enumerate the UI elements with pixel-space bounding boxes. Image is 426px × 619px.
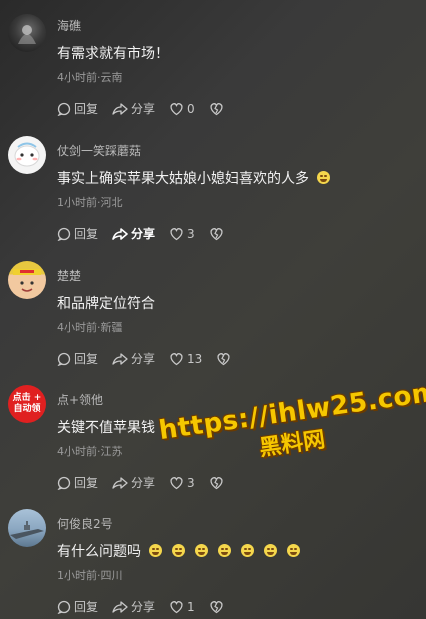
reply-label: 回复 <box>74 476 99 490</box>
reply-icon <box>57 476 71 490</box>
heart-icon <box>170 102 183 115</box>
username[interactable]: 楚楚 <box>57 267 81 284</box>
reply-label: 回复 <box>74 600 99 614</box>
avatar-text-line1: 点击 + <box>12 393 42 403</box>
comment-text: 关键不值苹果钱 <box>57 420 155 436</box>
like-count: 3 <box>187 226 195 241</box>
avatar[interactable] <box>8 136 46 174</box>
share-button[interactable]: 分享 <box>112 350 155 367</box>
share-icon <box>112 102 128 115</box>
username[interactable]: 仗剑一笑踩蘑菇 <box>57 142 141 159</box>
share-label: 分享 <box>131 227 156 241</box>
like-count: 0 <box>187 101 195 116</box>
heart-icon <box>170 476 183 489</box>
share-label: 分享 <box>131 352 156 366</box>
username[interactable]: 点+领他 <box>57 391 103 408</box>
comment-item: 仗剑一笑踩蘑菇 事实上确实苹果大姑娘小媳妇喜欢的人多 1小时前·河北 回复 分享… <box>0 124 426 248</box>
dislike-button[interactable] <box>216 352 231 366</box>
reply-icon <box>57 102 71 116</box>
dislike-button[interactable] <box>209 476 224 490</box>
comment-item: 何俊良2号 有什么问题吗 1小时前·四川 回复 分享 1 <box>0 497 426 619</box>
comment-meta: 4小时前·江苏 <box>57 445 123 458</box>
comment-meta: 4小时前·云南 <box>57 71 123 84</box>
avatar-text-line2: 自动领 <box>13 404 41 414</box>
comment-actions: 回复 分享 3 <box>57 225 238 242</box>
smile-emoji-icon <box>172 544 185 557</box>
like-count: 3 <box>187 475 195 490</box>
heart-icon <box>170 600 183 613</box>
like-button[interactable]: 1 <box>169 600 195 614</box>
comment-meta: 4小时前·新疆 <box>57 321 123 334</box>
share-button[interactable]: 分享 <box>112 225 155 242</box>
reply-label: 回复 <box>74 352 99 366</box>
reply-icon <box>57 600 71 614</box>
share-button[interactable]: 分享 <box>112 474 155 491</box>
smile-emoji-icon <box>149 544 162 557</box>
share-icon <box>112 352 128 365</box>
avatar[interactable] <box>8 509 46 547</box>
smile-emoji-icon <box>241 544 254 557</box>
smile-emoji-icon <box>218 544 231 557</box>
comment-item: 海礁 有需求就有市场！ 4小时前·云南 回复 分享 0 <box>0 0 426 124</box>
username[interactable]: 何俊良2号 <box>57 515 113 532</box>
broken-heart-icon <box>210 102 223 115</box>
share-button[interactable]: 分享 <box>112 598 155 615</box>
avatar[interactable] <box>8 14 46 52</box>
reply-button[interactable]: 回复 <box>57 598 98 615</box>
heart-icon <box>170 352 183 365</box>
comment-list: 海礁 有需求就有市场！ 4小时前·云南 回复 分享 0 仗剑一笑踩蘑菇 事实上确… <box>0 0 426 619</box>
share-icon <box>112 227 128 240</box>
smile-emoji-icon <box>287 544 300 557</box>
heart-icon <box>170 227 183 240</box>
broken-heart-icon <box>210 227 223 240</box>
share-label: 分享 <box>131 600 156 614</box>
broken-heart-icon <box>210 476 223 489</box>
username[interactable]: 海礁 <box>57 17 81 34</box>
comment-actions: 回复 分享 1 <box>57 598 238 615</box>
dislike-button[interactable] <box>209 102 224 116</box>
share-icon <box>112 600 128 613</box>
comment-item: 楚楚 和品牌定位符合 4小时前·新疆 回复 分享 13 <box>0 249 426 373</box>
reply-icon <box>57 352 71 366</box>
comment-text: 事实上确实苹果大姑娘小媳妇喜欢的人多 <box>57 168 330 188</box>
like-button[interactable]: 3 <box>169 476 195 490</box>
comment-actions: 回复 分享 0 <box>57 100 238 117</box>
share-icon <box>112 476 128 489</box>
broken-heart-icon <box>217 352 230 365</box>
reply-label: 回复 <box>74 227 99 241</box>
reply-button[interactable]: 回复 <box>57 474 98 491</box>
avatar[interactable]: 点击 + 自动领 <box>8 385 46 423</box>
like-button[interactable]: 0 <box>169 102 195 116</box>
comment-meta: 1小时前·河北 <box>57 196 123 209</box>
comment-text-body: 有什么问题吗 <box>57 544 141 560</box>
reply-label: 回复 <box>74 102 99 116</box>
comment-text-body: 事实上确实苹果大姑娘小媳妇喜欢的人多 <box>57 171 309 187</box>
share-label: 分享 <box>131 476 156 490</box>
broken-heart-icon <box>210 600 223 613</box>
like-count: 13 <box>187 351 203 366</box>
dislike-button[interactable] <box>209 227 224 241</box>
like-count: 1 <box>187 599 195 614</box>
share-label: 分享 <box>131 102 156 116</box>
comment-meta: 1小时前·四川 <box>57 569 123 582</box>
smile-emoji-icon <box>195 544 208 557</box>
reply-button[interactable]: 回复 <box>57 225 98 242</box>
like-button[interactable]: 3 <box>169 227 195 241</box>
avatar[interactable] <box>8 261 46 299</box>
comment-actions: 回复 分享 3 <box>57 474 238 491</box>
share-button[interactable]: 分享 <box>112 100 155 117</box>
smile-emoji-icon <box>264 544 277 557</box>
comment-text: 有什么问题吗 <box>57 541 300 561</box>
smile-emoji-icon <box>317 171 330 184</box>
comment-text: 和品牌定位符合 <box>57 296 155 312</box>
reply-icon <box>57 227 71 241</box>
like-button[interactable]: 13 <box>169 352 202 366</box>
reply-button[interactable]: 回复 <box>57 100 98 117</box>
comment-actions: 回复 分享 13 <box>57 350 245 367</box>
comment-text: 有需求就有市场！ <box>57 46 169 62</box>
reply-button[interactable]: 回复 <box>57 350 98 367</box>
dislike-button[interactable] <box>209 600 224 614</box>
